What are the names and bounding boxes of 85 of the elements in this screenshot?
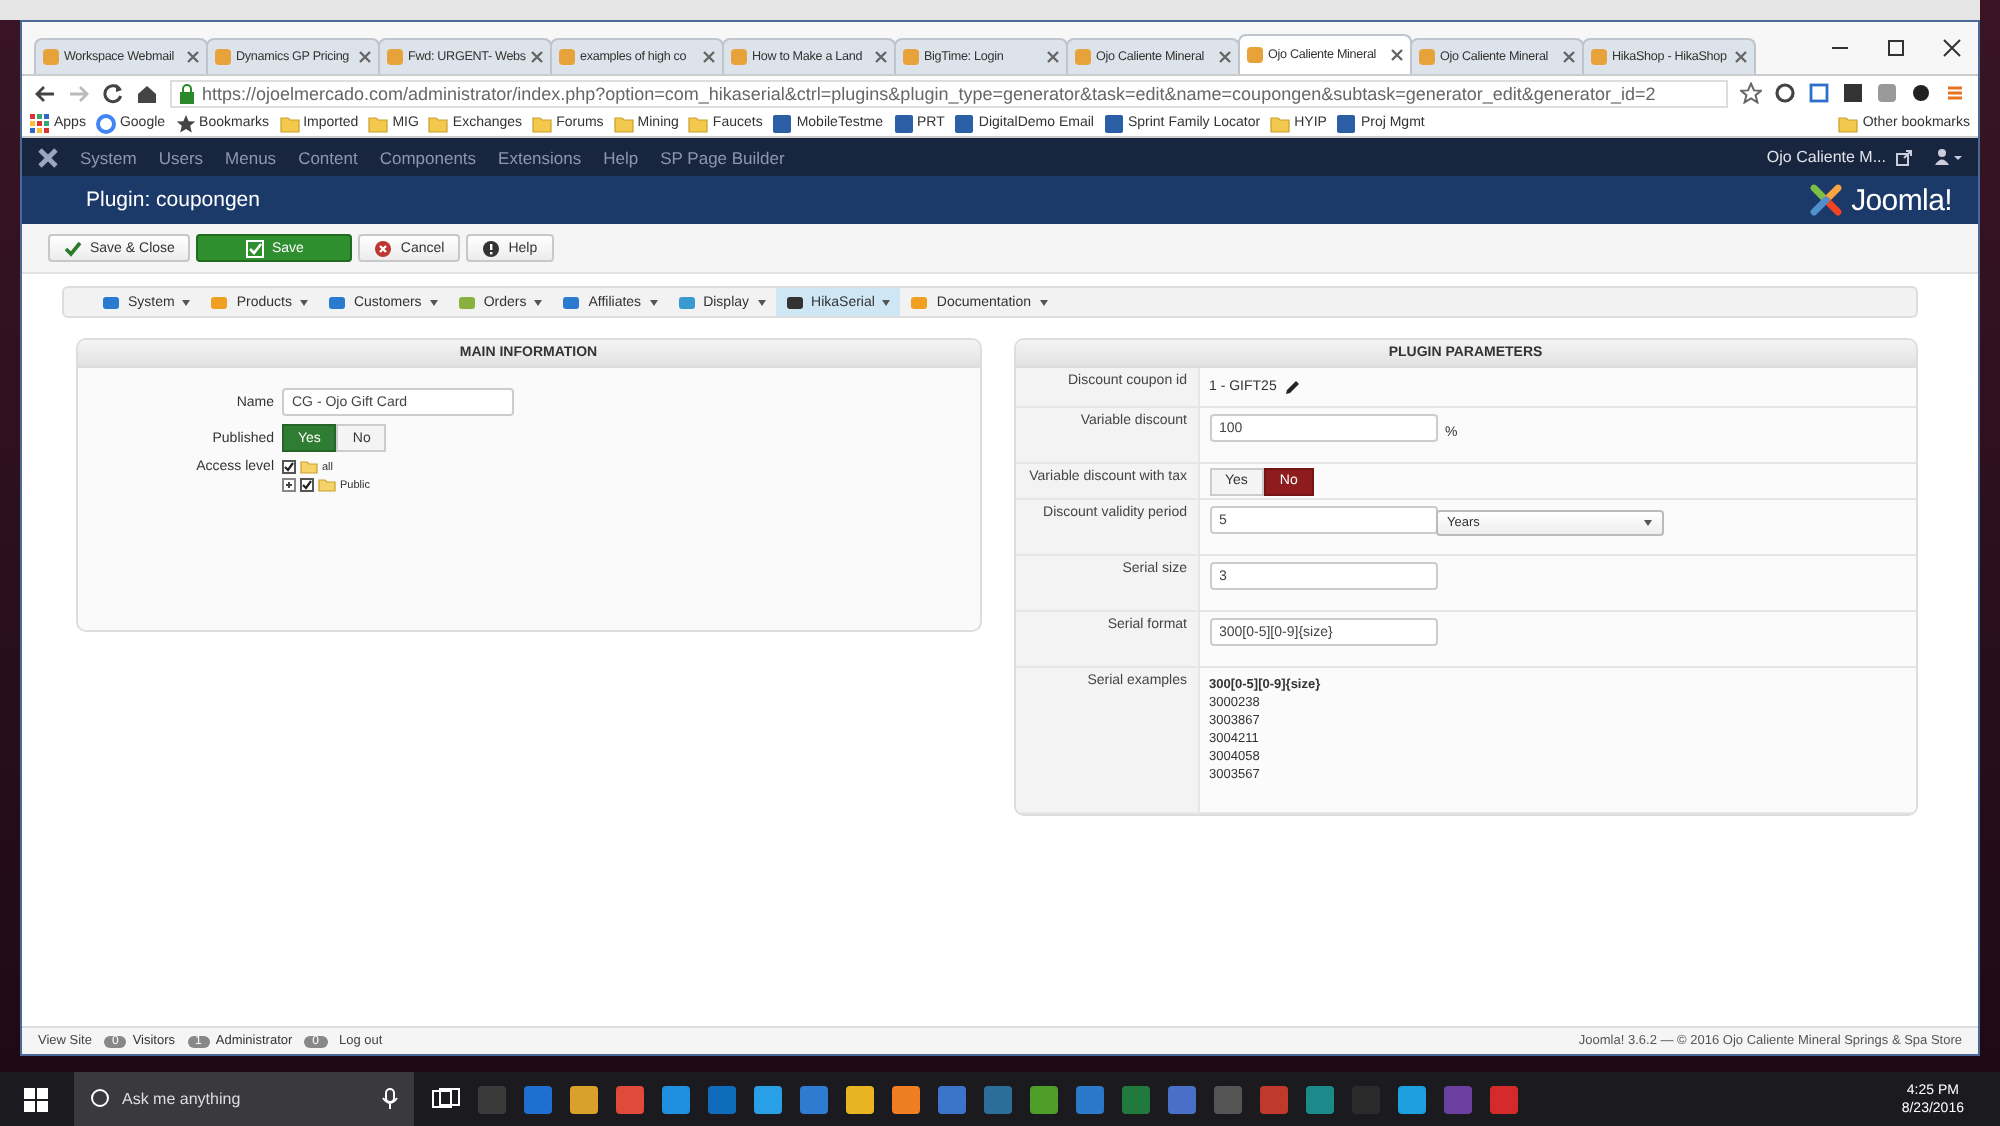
app-icon[interactable] bbox=[892, 1085, 920, 1113]
logo-text: Joomla! bbox=[1851, 183, 1952, 217]
favicon-icon bbox=[42, 48, 60, 66]
user-icon[interactable] bbox=[1934, 148, 1962, 166]
cancel-icon bbox=[374, 239, 393, 257]
windows-start-icon[interactable] bbox=[24, 1087, 48, 1111]
site-icon bbox=[772, 113, 793, 133]
menu-item-icon bbox=[102, 293, 120, 311]
caret-icon bbox=[1039, 299, 1048, 305]
site-icon bbox=[893, 113, 914, 133]
site-icon bbox=[954, 113, 975, 133]
caret-icon bbox=[1643, 520, 1651, 526]
menu-item[interactable]: Help bbox=[603, 147, 639, 167]
menu-item-icon bbox=[457, 293, 476, 311]
menu-icon[interactable] bbox=[1944, 82, 1966, 104]
checkbox[interactable] bbox=[282, 460, 296, 474]
back-icon[interactable] bbox=[34, 83, 56, 103]
app-icon[interactable] bbox=[1306, 1085, 1334, 1113]
menu-item-icon bbox=[327, 293, 346, 311]
favicon-icon bbox=[386, 48, 404, 66]
check-icon bbox=[64, 239, 82, 257]
app-icon[interactable] bbox=[570, 1085, 598, 1113]
favicon-icon bbox=[214, 48, 232, 66]
menu-item-icon bbox=[910, 293, 929, 311]
menu-item[interactable]: Extensions bbox=[498, 147, 582, 167]
favicon-icon bbox=[558, 48, 576, 66]
app-icon[interactable] bbox=[1398, 1085, 1426, 1113]
page-title: Plugin: coupongen bbox=[86, 188, 262, 212]
reload-icon[interactable] bbox=[102, 82, 124, 104]
menu-item[interactable]: Users bbox=[158, 147, 204, 167]
favicon-icon bbox=[1418, 48, 1436, 66]
app-icon[interactable] bbox=[616, 1085, 644, 1113]
extension-icon[interactable] bbox=[1910, 82, 1932, 104]
favicon-icon bbox=[1590, 48, 1608, 66]
app-icon[interactable] bbox=[846, 1085, 874, 1113]
task-view-icon[interactable] bbox=[432, 1088, 460, 1110]
menu-item[interactable]: System bbox=[80, 147, 137, 167]
address-field[interactable]: https://ojoelmercado.com/administrator/index.php?option=com_hikaserial&ctrl=plugins&plugin_type=generator&task=edit&name=coupongen&subtask=generator_edit&generator_id=2 bbox=[170, 79, 1728, 107]
menu-item-icon bbox=[785, 293, 804, 311]
home-icon[interactable] bbox=[136, 83, 158, 103]
favicon-icon bbox=[902, 48, 920, 66]
menu-item-icon bbox=[677, 293, 696, 311]
apps-icon bbox=[30, 113, 50, 133]
app-icon[interactable] bbox=[1030, 1085, 1058, 1113]
favicon-icon bbox=[730, 48, 748, 66]
maximize-icon[interactable] bbox=[1886, 38, 1906, 58]
search-field[interactable]: Ask me anything bbox=[74, 1072, 414, 1126]
checkbox[interactable] bbox=[300, 478, 314, 492]
site-icon bbox=[1103, 113, 1124, 133]
external-link-icon[interactable] bbox=[1896, 149, 1912, 165]
app-icon[interactable] bbox=[754, 1085, 782, 1113]
close-icon[interactable] bbox=[1942, 38, 1962, 58]
close-icon[interactable] bbox=[1390, 48, 1404, 62]
star-icon bbox=[175, 113, 196, 133]
caret-icon bbox=[649, 299, 658, 305]
menu-item[interactable]: Components bbox=[379, 147, 477, 167]
caret-icon bbox=[299, 299, 308, 305]
expand-icon[interactable] bbox=[282, 478, 296, 492]
favicon-icon bbox=[1246, 46, 1264, 64]
caret-icon bbox=[882, 299, 891, 305]
app-icon[interactable] bbox=[662, 1085, 690, 1113]
app-icon[interactable] bbox=[938, 1085, 966, 1113]
star-icon[interactable] bbox=[1740, 82, 1762, 104]
app-icon[interactable] bbox=[800, 1085, 828, 1113]
caret-icon bbox=[534, 299, 543, 305]
lock-icon bbox=[178, 83, 196, 103]
microphone-icon[interactable] bbox=[382, 1088, 398, 1110]
extension-icon[interactable] bbox=[1774, 82, 1796, 104]
site-icon bbox=[1336, 113, 1357, 133]
pencil-icon[interactable] bbox=[1284, 379, 1301, 395]
site-link[interactable]: Ojo Caliente M... bbox=[1766, 148, 1886, 166]
favicon-icon bbox=[1074, 48, 1092, 66]
caret-icon bbox=[757, 299, 766, 305]
menu-item[interactable]: SP Page Builder bbox=[660, 147, 785, 167]
caret-icon bbox=[182, 299, 191, 305]
menu-item[interactable]: Menus bbox=[225, 147, 277, 167]
caret-icon bbox=[429, 299, 438, 305]
menu-item-icon bbox=[562, 293, 581, 311]
menu-item[interactable]: Content bbox=[298, 147, 358, 167]
menu-item-icon bbox=[210, 293, 229, 311]
app-icon[interactable] bbox=[1076, 1085, 1104, 1113]
extension-icon[interactable] bbox=[1842, 82, 1864, 104]
help-icon bbox=[482, 239, 501, 257]
checkbox-icon bbox=[245, 239, 264, 257]
joomla-logo-icon bbox=[1805, 180, 1846, 220]
